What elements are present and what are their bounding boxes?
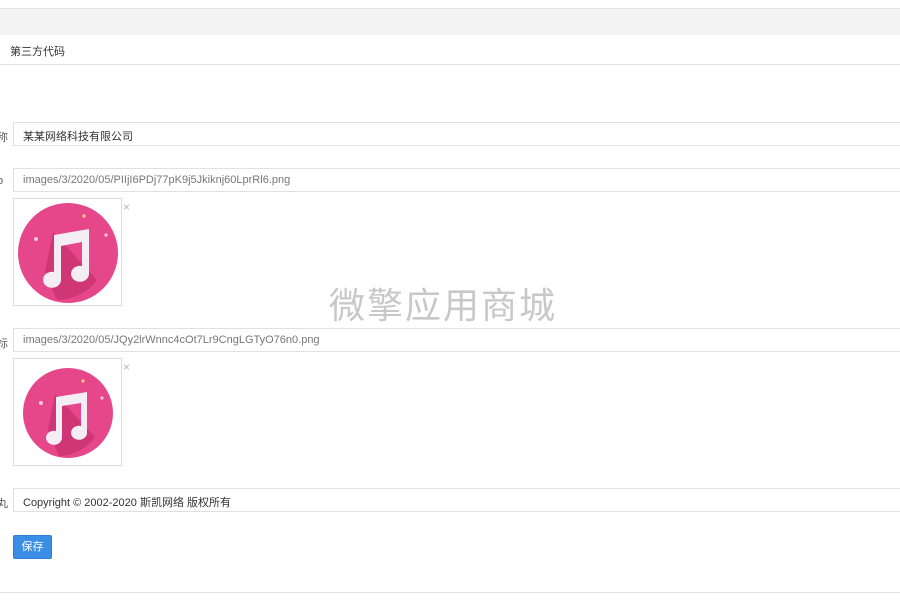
- logo-thumbnail: [13, 198, 122, 306]
- music-note-icon: [23, 368, 113, 458]
- icon-path-input[interactable]: images/3/2020/05/JQy2lrWnnc4cOt7Lr9CngLG…: [13, 328, 900, 352]
- field-label-logo: o: [0, 175, 4, 187]
- copyright-input[interactable]: Copyright © 2002-2020 斯凯网络 版权所有: [13, 488, 900, 512]
- top-bar: [0, 8, 900, 36]
- watermark-text: 微擎应用商城: [329, 286, 558, 327]
- field-label-copyright: 丸: [0, 498, 8, 510]
- remove-icon-button[interactable]: ×: [123, 361, 130, 373]
- panel-title: 第三方代码: [10, 46, 65, 58]
- icon-thumbnail: [13, 358, 122, 466]
- field-label-name: 称: [0, 132, 8, 144]
- music-note-icon: [18, 203, 118, 303]
- divider: [0, 592, 900, 593]
- company-name-input[interactable]: 某某网络科技有限公司: [13, 122, 900, 146]
- field-label-icon: 标: [0, 338, 8, 350]
- save-button[interactable]: 保存: [13, 535, 52, 559]
- panel-header: 第三方代码: [0, 35, 900, 65]
- logo-path-input[interactable]: images/3/2020/05/PIIjI6PDj77pK9j5Jkiknj6…: [13, 168, 900, 192]
- remove-logo-button[interactable]: ×: [123, 201, 130, 213]
